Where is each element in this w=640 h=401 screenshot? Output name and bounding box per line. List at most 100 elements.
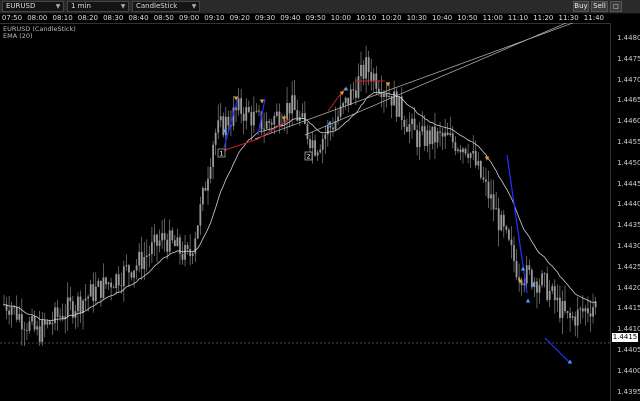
candle: [421, 126, 424, 132]
candle: [324, 134, 327, 139]
price-label: 1.4430: [617, 242, 640, 250]
candle: [219, 116, 222, 121]
candle: [515, 261, 518, 278]
candle: [253, 111, 255, 126]
candle: [479, 161, 482, 178]
sell-button[interactable]: Sell: [591, 1, 608, 12]
candle: [20, 314, 23, 330]
candle: [370, 72, 373, 82]
candle: [263, 128, 265, 130]
candle: [242, 113, 245, 121]
candle: [569, 312, 571, 318]
candle: [158, 240, 161, 246]
price-label: 1.4445: [617, 179, 640, 188]
sell-arrow-icon: [259, 99, 265, 104]
trend-line-red[interactable]: [327, 87, 346, 112]
candle: [156, 234, 158, 246]
candle: [446, 132, 449, 136]
candle: [26, 330, 28, 331]
time-label: 07:50: [1, 14, 23, 22]
candle: [135, 265, 138, 271]
candle: [112, 287, 115, 289]
candle: [273, 115, 276, 125]
candle: [110, 282, 112, 288]
candle: [125, 265, 128, 267]
candle: [436, 131, 439, 143]
time-label: 09:00: [179, 14, 200, 22]
candle: [278, 111, 281, 126]
symbol-dropdown[interactable]: EURUSD ▼: [2, 1, 64, 12]
candle: [556, 297, 559, 301]
candle: [140, 251, 143, 269]
trend-line-red[interactable]: [221, 138, 259, 152]
candle: [592, 307, 594, 317]
candle: [194, 238, 197, 254]
candle: [474, 151, 477, 166]
timeframe-dropdown[interactable]: 1 min ▼: [67, 1, 129, 12]
candle: [199, 204, 202, 226]
candle: [349, 89, 352, 105]
candle: [342, 103, 345, 107]
candle: [462, 148, 464, 153]
candle: [128, 265, 130, 273]
candle: [207, 178, 209, 191]
candle: [31, 316, 33, 322]
candle: [581, 308, 584, 312]
candle: [138, 251, 141, 266]
candle: [255, 110, 258, 112]
candle: [51, 323, 54, 325]
candle: [97, 280, 100, 287]
candle: [288, 102, 291, 114]
candle: [265, 121, 268, 129]
candle: [406, 126, 408, 132]
candle: [316, 152, 319, 156]
time-label: 08:50: [153, 14, 174, 22]
candle: [268, 121, 271, 123]
candle: [564, 301, 566, 312]
candle: [227, 116, 230, 126]
price-chart[interactable]: 12: [0, 23, 610, 401]
candle: [398, 96, 401, 117]
candle: [477, 161, 480, 166]
candle: [314, 140, 316, 156]
price-label: 1.4405: [617, 346, 640, 354]
candle: [54, 307, 56, 324]
candle: [115, 274, 118, 289]
candle: [365, 57, 367, 79]
candle: [393, 91, 396, 106]
candle: [250, 111, 253, 126]
candle: [525, 265, 528, 284]
time-label: 08:40: [128, 14, 149, 22]
candle: [589, 313, 592, 317]
price-label: 1.4450: [617, 158, 640, 167]
candle: [355, 90, 357, 98]
trend-line-blue[interactable]: [544, 337, 571, 364]
candle: [77, 296, 79, 312]
candle: [428, 130, 431, 145]
candle: [89, 284, 92, 297]
price-scale[interactable]: 1.4480 1.4475 1.4470 1.4465 1.4460 1.4455 1.44…: [610, 23, 640, 401]
buy-button[interactable]: Buy: [573, 1, 589, 12]
candle: [344, 97, 347, 104]
candle: [286, 102, 288, 120]
candle: [306, 124, 309, 140]
candle: [490, 194, 492, 199]
candle: [258, 110, 260, 112]
candle: [551, 286, 554, 291]
candle: [441, 132, 444, 137]
candle: [574, 316, 577, 326]
trend-line[interactable]: [254, 23, 600, 140]
chart-type-dropdown[interactable]: CandleStick ▼: [132, 1, 200, 12]
candle: [56, 307, 59, 317]
candle: [559, 297, 561, 319]
candle: [46, 321, 49, 325]
time-label: 08:00: [27, 14, 48, 22]
expand-icon[interactable]: □: [610, 1, 622, 12]
candle: [457, 149, 459, 151]
candle: [497, 208, 500, 231]
candle: [332, 127, 334, 130]
candle: [28, 321, 31, 331]
chevron-down-icon: ▼: [55, 3, 61, 10]
candle: [204, 187, 207, 191]
candle: [94, 286, 97, 302]
